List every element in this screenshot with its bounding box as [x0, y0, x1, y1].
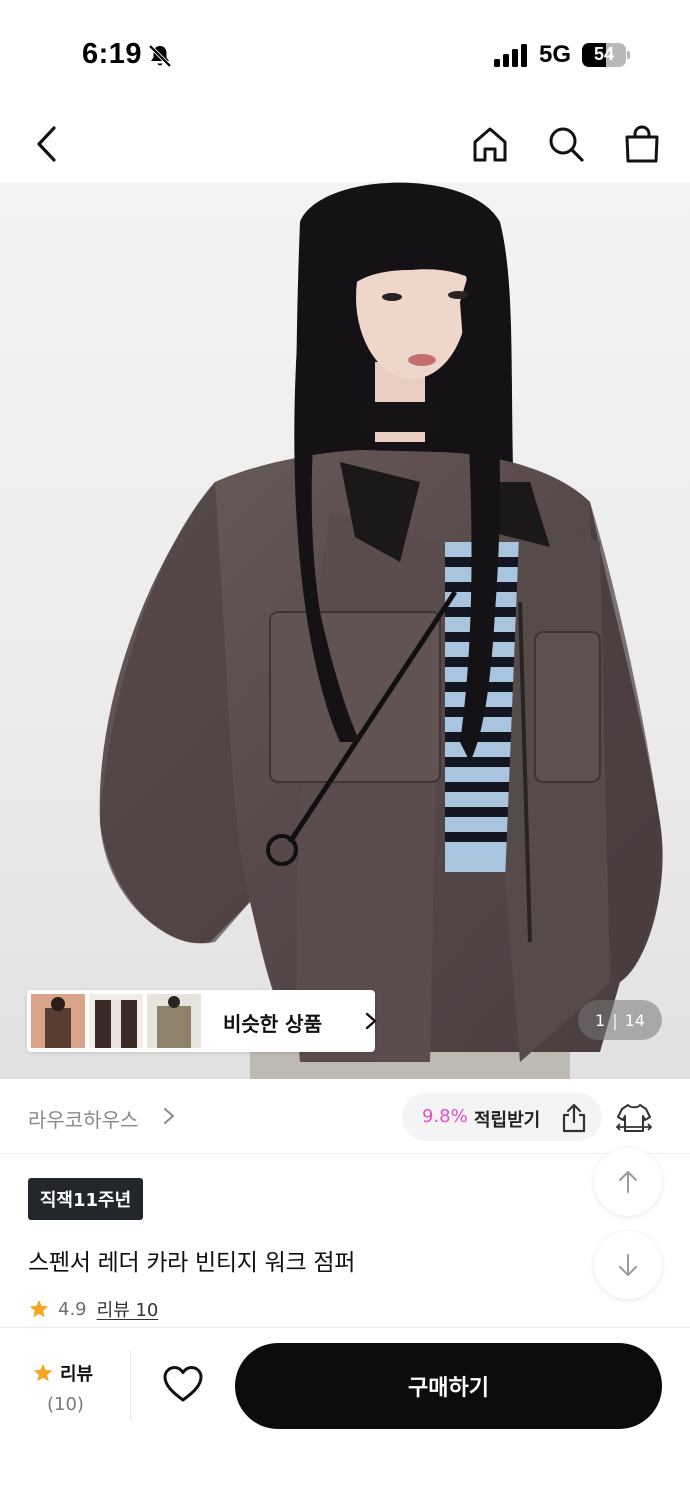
status-time: 6:19 — [82, 38, 143, 70]
chevron-right-icon[interactable] — [163, 1106, 175, 1126]
heart-icon[interactable] — [162, 1364, 204, 1404]
image-counter-total: 14 — [624, 1010, 645, 1030]
star-icon — [33, 1363, 53, 1382]
brand-row: 라우코하우스 9.8% 적립받기 — [0, 1080, 690, 1154]
similar-products-button[interactable]: 비슷한 상품 — [27, 990, 377, 1052]
chevron-right-icon — [365, 1012, 377, 1030]
product-photo — [99, 182, 663, 1079]
review-summary-button[interactable]: 리뷰 (10) — [32, 1360, 102, 1415]
battery-percent: 54 — [593, 44, 615, 64]
scroll-bottom-button[interactable] — [594, 1231, 662, 1299]
brand-name-link[interactable]: 라우코하우스 — [28, 1104, 138, 1133]
signal-icon — [494, 44, 527, 67]
bottom-action-bar: 리뷰 (10) 구매하기 — [0, 1327, 690, 1500]
arrow-up-icon — [619, 1171, 637, 1193]
star-icon — [29, 1299, 49, 1318]
similar-thumbnail — [147, 994, 201, 1048]
similar-products-label: 비슷한 상품 — [223, 1012, 322, 1036]
top-navigation — [0, 110, 690, 180]
arrow-down-icon — [619, 1254, 637, 1276]
buy-button[interactable]: 구매하기 — [235, 1343, 662, 1429]
network-type: 5G — [539, 41, 572, 68]
chevron-left-icon[interactable] — [27, 124, 67, 164]
share-icon[interactable] — [559, 1103, 589, 1133]
bell-muted-icon — [148, 44, 172, 68]
promo-badge: 직잭11주년 — [28, 1178, 143, 1220]
home-icon[interactable] — [470, 124, 510, 164]
similar-thumbnail — [89, 994, 143, 1048]
shopping-bag-icon[interactable] — [622, 124, 662, 164]
review-link[interactable]: 리뷰 10 — [97, 1296, 159, 1322]
size-guide-icon[interactable] — [616, 1101, 652, 1135]
product-image-gallery[interactable]: 비슷한 상품 1 | 14 — [0, 182, 690, 1079]
review-count: (10) — [47, 1394, 84, 1415]
rating-value: 4.9 — [58, 1298, 87, 1320]
review-label: 리뷰 — [60, 1364, 94, 1385]
product-rating: 4.9 리뷰 10 — [28, 1296, 158, 1322]
points-rate: 9.8% — [422, 1106, 468, 1127]
image-counter: 1 | 14 — [578, 1000, 662, 1040]
points-button[interactable]: 9.8% 적립받기 — [402, 1093, 602, 1141]
scroll-top-button[interactable] — [594, 1148, 662, 1216]
points-label: 적립받기 — [474, 1110, 541, 1131]
product-title: 스펜서 레더 카라 빈티지 워크 점퍼 — [28, 1250, 356, 1276]
divider — [130, 1350, 131, 1420]
status-bar: 6:19 5G 54 — [0, 0, 690, 100]
image-counter-current: 1 — [595, 1010, 606, 1030]
image-counter-separator: | — [612, 1010, 618, 1030]
search-icon[interactable] — [546, 124, 586, 164]
battery-indicator: 54 — [582, 43, 630, 67]
similar-thumbnail — [31, 994, 85, 1048]
